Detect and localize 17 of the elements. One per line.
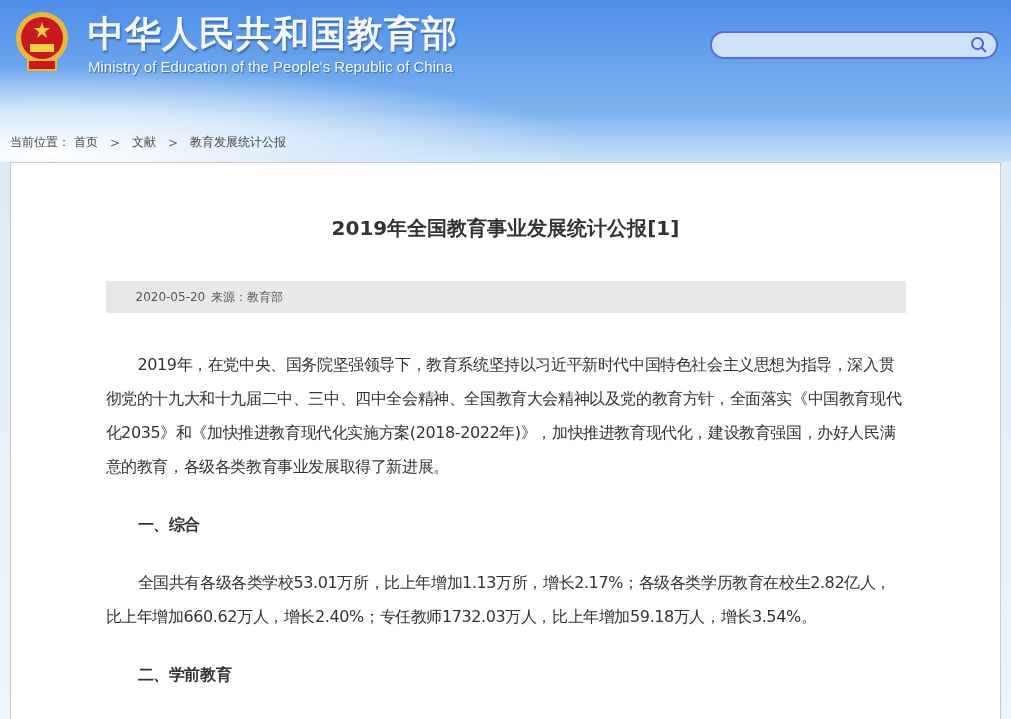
breadcrumb-separator: > bbox=[110, 135, 121, 150]
section-heading: 一、综合 bbox=[136, 514, 201, 536]
breadcrumb-label: 当前位置： bbox=[10, 134, 70, 151]
search-icon[interactable] bbox=[970, 36, 988, 54]
breadcrumb-link[interactable]: 文献 bbox=[132, 134, 157, 151]
section-heading: 二、学前教育 bbox=[136, 664, 233, 686]
publish-date: 2020-05-20 bbox=[135, 290, 206, 304]
site-title: 中华人民共和国教育部 bbox=[88, 12, 458, 56]
article-source: 来源：教育部 bbox=[211, 288, 284, 306]
search-field[interactable] bbox=[710, 31, 998, 59]
breadcrumb-link[interactable]: 教育发展统计公报 bbox=[190, 134, 287, 151]
article-paragraph: 2019年，在党中央、国务院坚强领导下，教育系统坚持以习近平新时代中国特色社会主义思想为指导，深入贯彻党的十九大和十九届二中、三中、四中全会精神、全国教育大会精神以及党的教育方针，全面落实《中国教育现代化2035》和《加快推进教育现代化实施方案(2018-2022年)》，加快推进教育现代化，建设教育强国，办好人民满意的教育，各级各类教育事业发展取得了新进展。 bbox=[105, 354, 903, 478]
article-paragraph: 全国共有各级各类学校53.01万所，比上年增加1.13万所，增长2.17%；各级各类学历教育在校生2.82亿人，比上年增加660.62万人，增长2.40%；专任教师1732.03万人，比上年增加59.18万人，增长3.54%。 bbox=[105, 572, 892, 628]
article-title: 2019年全国教育事业发展统计公报[1] bbox=[330, 215, 681, 242]
site-subtitle: Ministry of Education of the People's Republic of China bbox=[88, 58, 454, 75]
breadcrumb-link[interactable]: 首页 bbox=[74, 134, 98, 151]
breadcrumb-separator: > bbox=[168, 135, 179, 150]
